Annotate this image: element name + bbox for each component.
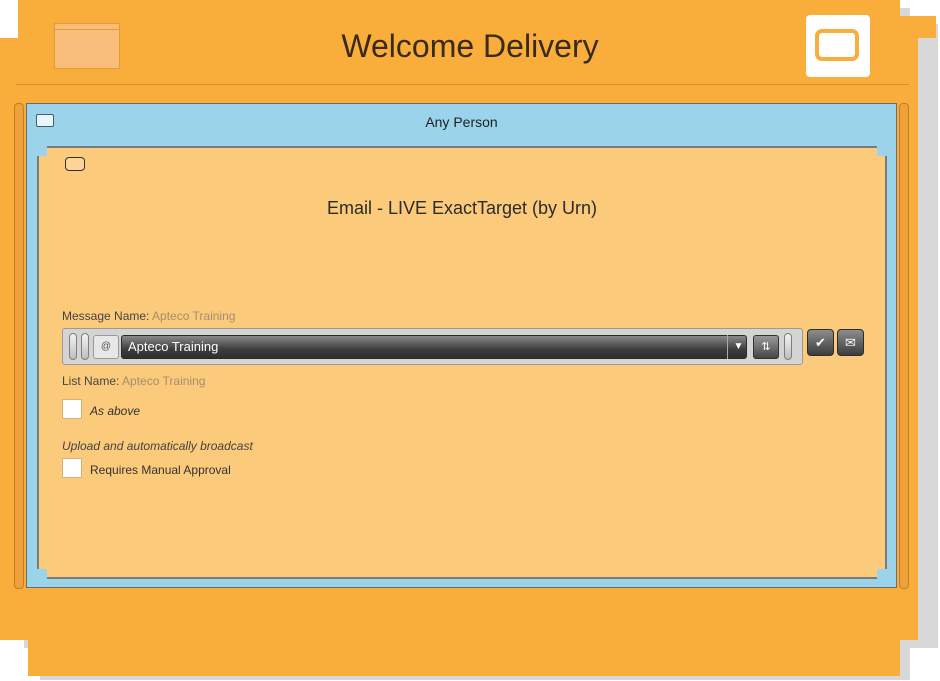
person-panel: Any Person Email - LIVE ExactTarget (by … [26,103,897,588]
selector-left-cap-inner [81,333,89,360]
message-select[interactable]: Apteco Training [121,335,747,359]
person-panel-title: Any Person [425,114,498,130]
list-name-value: Apteco Training [122,374,206,388]
message-selector: @ Apteco Training ▼ ⇅ [62,328,803,365]
as-above-checkbox[interactable] [62,399,82,419]
envelope-icon[interactable]: ✉ [837,329,864,356]
chevron-down-icon[interactable]: ▼ [727,335,749,359]
at-symbol-button[interactable]: @ [93,335,119,359]
email-channel-panel: Email - LIVE ExactTarget (by Urn) Messag… [37,146,887,579]
manual-approval-label: Requires Manual Approval [90,463,231,477]
right-side-handle[interactable] [899,103,909,589]
as-above-label: As above [90,404,141,418]
left-side-handle[interactable] [14,103,24,589]
list-name-label: List Name: Apteco Training [62,374,205,388]
refresh-icon[interactable]: ⇅ [753,335,779,359]
message-name-caption: Message Name: [62,309,150,323]
channel-toggle-icon[interactable] [65,157,85,171]
list-name-caption: List Name: [62,374,120,388]
header-divider [16,84,909,85]
screen-frame-icon [815,29,859,61]
page-title: Welcome Delivery [341,28,599,64]
selector-left-cap [69,333,77,360]
message-name-label: Message Name: Apteco Training [62,309,235,323]
selector-right-cap [784,333,792,360]
manual-approval-checkbox[interactable] [62,458,82,478]
header-screen-icon[interactable] [806,15,870,77]
checkmark-icon[interactable]: ✔ [807,329,834,356]
channel-title: Email - LIVE ExactTarget (by Urn) [326,198,598,218]
upload-note: Upload and automatically broadcast [62,439,253,453]
message-name-value: Apteco Training [152,309,236,323]
